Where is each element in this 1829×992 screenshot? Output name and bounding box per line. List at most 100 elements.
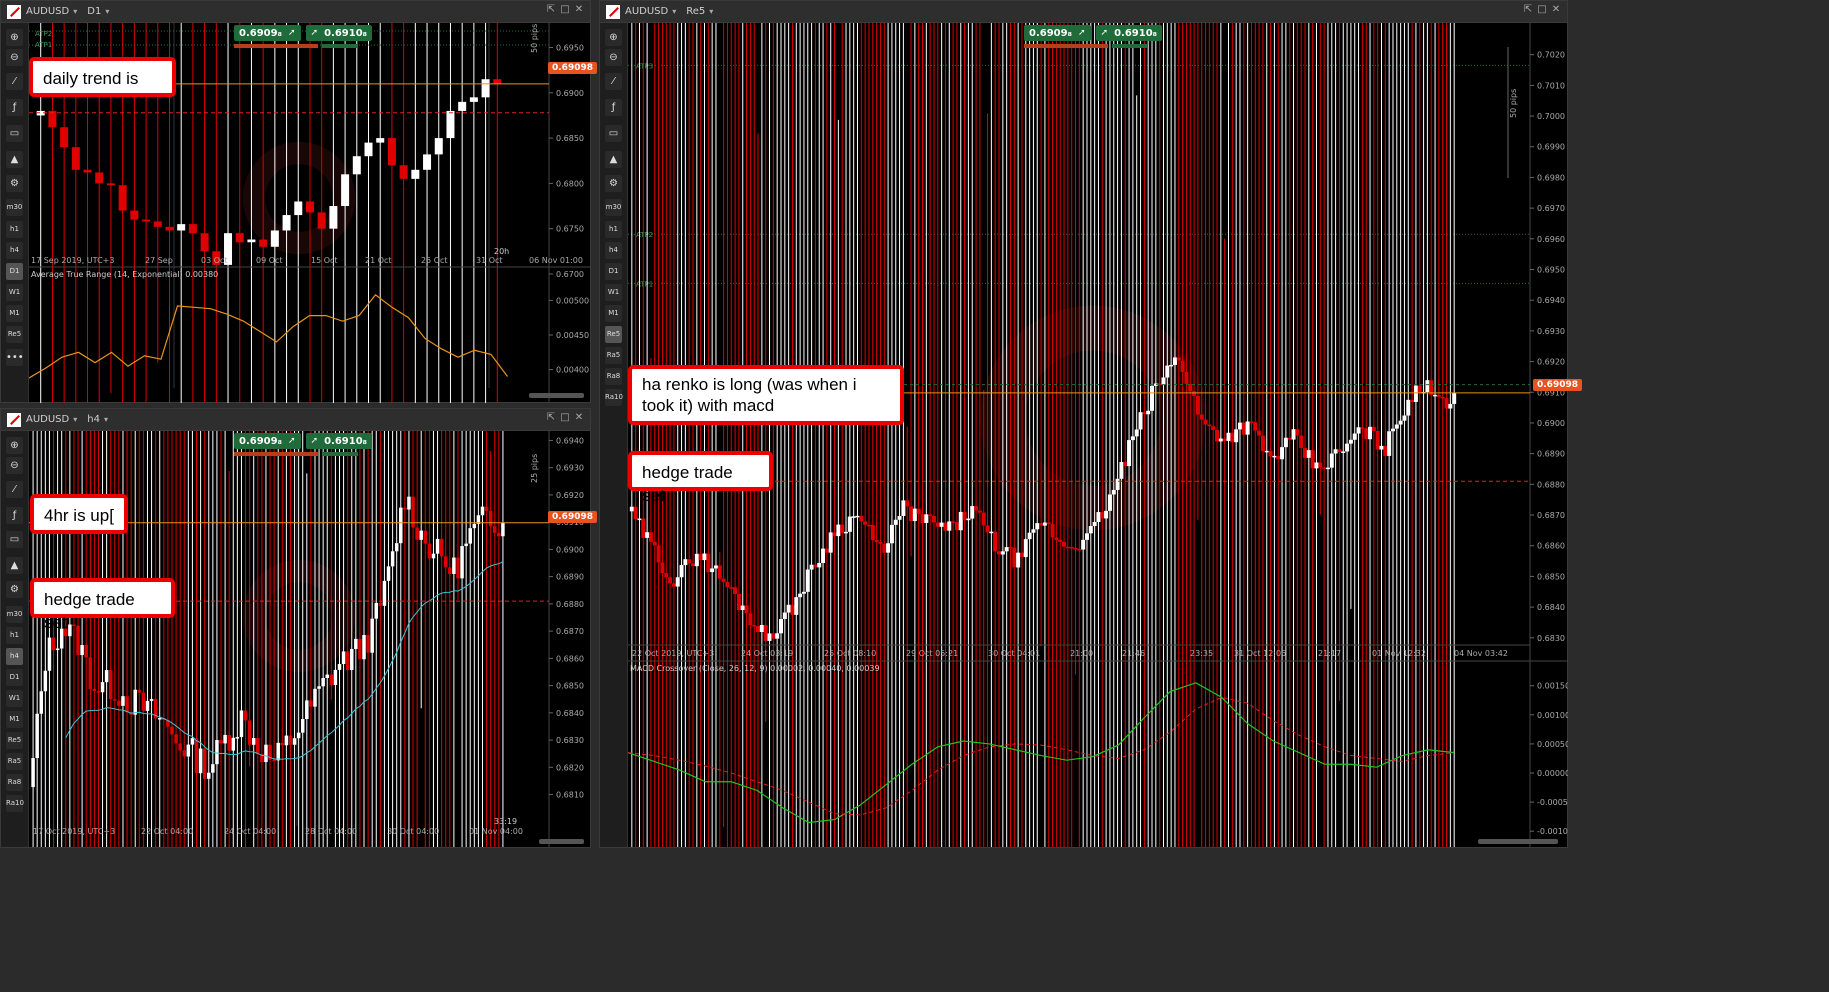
h4-candle (280, 742, 285, 746)
settings-icon[interactable]: ⚙ (6, 175, 23, 192)
sell-button[interactable]: 0.6909₈ ➚ (234, 433, 301, 449)
chart-panel-daily[interactable]: AUDUSD ▾ D1 ▾ ⇱ □ ✕ ⊕ ⊖ ⁄ ƒ ▭ ▲ ⚙ m30 h1… (0, 0, 597, 403)
line-tool-icon[interactable]: ⁄ (6, 481, 23, 498)
chevron-down-icon[interactable]: ▾ (73, 415, 77, 424)
tf-m1-button[interactable]: M1 (6, 711, 23, 728)
tf-m1-button[interactable]: M1 (605, 305, 622, 322)
tf-re5-button[interactable]: Re5 (605, 326, 622, 343)
tf-m30-button[interactable]: m30 (6, 606, 23, 623)
indicators-icon[interactable]: ƒ (605, 99, 622, 116)
tf-re5-button[interactable]: Re5 (6, 732, 23, 749)
more-icon[interactable]: ••• (6, 349, 24, 366)
chart-panel-h4[interactable]: AUDUSD ▾ h4 ▾ ⇱ □ ✕ ⊕ ⊖ ⁄ ƒ ▭ ▲ ⚙ m30 h1… (0, 408, 597, 848)
tf-d1-button[interactable]: D1 (605, 263, 622, 280)
atp-label: ATP1 (636, 280, 653, 288)
tf-h1-button[interactable]: h1 (605, 221, 622, 238)
chart-type-icon[interactable]: ▭ (605, 125, 622, 142)
tf-h1-button[interactable]: h1 (6, 221, 23, 238)
tf-m1-button[interactable]: M1 (6, 305, 23, 322)
tf-ra8-button[interactable]: Ra8 (6, 774, 23, 791)
renko-candle (1356, 427, 1361, 434)
indicators-icon[interactable]: ƒ (6, 507, 23, 524)
sell-button[interactable]: 0.6909₈ ➚ (1024, 25, 1091, 41)
h4-candle (321, 678, 325, 687)
settings-icon[interactable]: ⚙ (6, 581, 23, 598)
daily-candle (458, 101, 467, 111)
tf-h4-button[interactable]: h4 (6, 648, 23, 665)
symbol-selector[interactable]: AUDUSD (26, 6, 69, 17)
detach-icon[interactable]: ⇱ (546, 5, 556, 15)
timeframe-selector[interactable]: h4 (87, 414, 100, 425)
tf-ra5-button[interactable]: Ra5 (605, 347, 622, 364)
renko-candle (778, 618, 783, 634)
h4-candle (305, 700, 309, 720)
line-tool-icon[interactable]: ⁄ (6, 73, 23, 90)
tf-w1-button[interactable]: W1 (6, 284, 23, 301)
templates-icon[interactable]: ▲ (6, 557, 23, 574)
chevron-down-icon[interactable]: ▾ (73, 7, 77, 16)
tf-h4-button[interactable]: h4 (605, 242, 622, 259)
chevron-down-icon[interactable]: ▾ (104, 415, 108, 424)
tf-d1-button[interactable]: D1 (6, 669, 23, 686)
chevron-down-icon[interactable]: ▾ (709, 7, 713, 16)
maximize-icon[interactable]: □ (1537, 5, 1547, 15)
chart-panel-renko[interactable]: AUDUSD ▾ Re5 ▾ ⇱ □ ✕ ⊕ ⊖ ⁄ ƒ ▭ ▲ ⚙ m30 h… (599, 0, 1582, 848)
y-tick-label: 0.00450 (556, 331, 589, 340)
tf-w1-button[interactable]: W1 (6, 690, 23, 707)
indicators-icon[interactable]: ƒ (6, 99, 23, 116)
renko-candle (1134, 429, 1139, 437)
buy-button[interactable]: ➚ 0.6910₈ (305, 433, 373, 449)
zoom-out-icon[interactable]: ⊖ (6, 457, 23, 474)
zoom-in-icon[interactable]: ⊕ (605, 29, 622, 46)
daily-candle (317, 212, 326, 229)
symbol-selector[interactable]: AUDUSD (625, 6, 668, 17)
tf-w1-button[interactable]: W1 (605, 284, 622, 301)
detach-icon[interactable]: ⇱ (1523, 5, 1533, 15)
tf-ra8-button[interactable]: Ra8 (605, 368, 622, 385)
daily-candle (469, 97, 478, 102)
zoom-in-icon[interactable]: ⊕ (6, 29, 23, 46)
symbol-selector[interactable]: AUDUSD (26, 414, 69, 425)
maximize-icon[interactable]: □ (560, 413, 570, 423)
buy-button[interactable]: ➚ 0.6910₈ (1095, 25, 1163, 41)
tf-ra10-button[interactable]: Ra10 (6, 795, 24, 812)
sell-button[interactable]: 0.6909₈ ➚ (234, 25, 301, 41)
templates-icon[interactable]: ▲ (6, 151, 23, 168)
renko-candle (798, 593, 803, 598)
maximize-icon[interactable]: □ (560, 5, 570, 15)
detach-icon[interactable]: ⇱ (546, 413, 556, 423)
tf-re5-button[interactable]: Re5 (6, 326, 23, 343)
tf-ra10-button[interactable]: Ra10 (605, 389, 623, 406)
tf-m30-button[interactable]: m30 (605, 199, 622, 216)
timeframe-selector[interactable]: D1 (87, 6, 101, 17)
chevron-down-icon[interactable]: ▾ (105, 7, 109, 16)
tf-ra5-button[interactable]: Ra5 (6, 753, 23, 770)
renko-candle (1226, 432, 1231, 441)
close-icon[interactable]: ✕ (574, 413, 584, 423)
tf-m30-button[interactable]: m30 (6, 199, 23, 216)
y-tick-label: 0.6940 (1537, 296, 1565, 305)
zoom-out-icon[interactable]: ⊖ (6, 49, 23, 66)
line-tool-icon[interactable]: ⁄ (605, 73, 622, 90)
timeframe-selector[interactable]: Re5 (686, 6, 705, 17)
close-icon[interactable]: ✕ (574, 5, 584, 15)
renko-candle (916, 508, 921, 514)
h4-candle (354, 638, 358, 650)
tf-h1-button[interactable]: h1 (6, 627, 23, 644)
chart-type-icon[interactable]: ▭ (6, 531, 23, 548)
buy-button[interactable]: ➚ 0.6910₈ (305, 25, 373, 41)
tf-d1-button[interactable]: D1 (6, 263, 23, 280)
tf-h4-button[interactable]: h4 (6, 242, 23, 259)
close-icon[interactable]: ✕ (1551, 5, 1561, 15)
renko-candle (752, 625, 757, 627)
zoom-in-icon[interactable]: ⊕ (6, 437, 23, 454)
y-tick-label: 0.6850 (1537, 572, 1565, 581)
settings-icon[interactable]: ⚙ (605, 175, 622, 192)
chevron-down-icon[interactable]: ▾ (672, 7, 676, 16)
renko-candle (656, 545, 661, 563)
price-chart-renko[interactable]: ATP3 ATP2 ATP1 0.7020 0.7010 0.7000 0.6990 0.69… (628, 23, 1568, 847)
chart-type-icon[interactable]: ▭ (6, 125, 23, 142)
templates-icon[interactable]: ▲ (605, 151, 622, 168)
renko-candle (1081, 539, 1086, 550)
zoom-out-icon[interactable]: ⊖ (605, 49, 622, 66)
